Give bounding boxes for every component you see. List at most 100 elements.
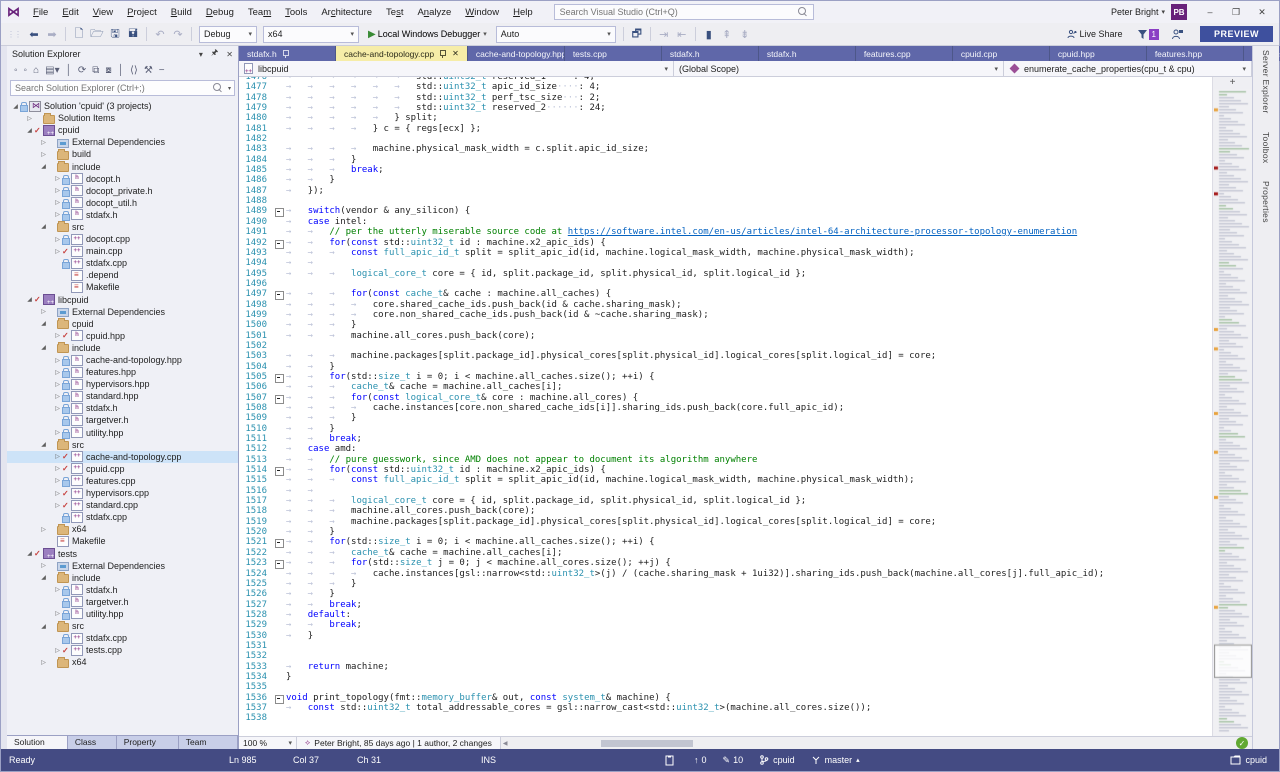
vertical-tab-server-explorer[interactable]: Server Explorer [1261, 50, 1271, 114]
auto-dropdown[interactable]: Auto ▾ [495, 25, 616, 43]
document-tab-cpuid.cpp[interactable]: cpuid.cpp [952, 46, 1049, 61]
step-into-icon[interactable]: ⇤ [673, 25, 691, 43]
preview-button[interactable]: PREVIEW [1199, 26, 1273, 42]
tree-expander-icon[interactable]: ▷ [53, 477, 62, 484]
navigate-back-icon[interactable]: ⬅ [25, 25, 43, 43]
tree-expander-icon[interactable]: ▷ [53, 405, 62, 412]
tree-item-targetver-h[interactable]: h targetver.h [7, 596, 238, 608]
tree-item-external-dependencies[interactable]: ▷ External Dependencies [7, 306, 238, 318]
tree-expander-icon[interactable]: ▷ [53, 175, 62, 182]
scroll-left-icon[interactable]: ◀ [503, 740, 508, 747]
menu-file[interactable]: File [26, 4, 55, 21]
unpushed-edits-button[interactable]: ✎ 10 [723, 755, 744, 766]
document-tab-cache-and-topology.hpp[interactable]: cache-and-topology.hpp [467, 46, 564, 61]
solution-explorer-toolbar-icon-8[interactable]: │ [118, 65, 124, 76]
tree-expander-icon[interactable]: ◢ [25, 550, 34, 557]
step-over-icon[interactable]: ⇥ [655, 25, 673, 43]
minimap-scrollbar[interactable]: + [1212, 77, 1252, 736]
document-tab-stdafx.h[interactable]: stdafx.h [239, 46, 335, 61]
menu-window[interactable]: Window [458, 4, 506, 21]
tree-expander-icon[interactable]: ◢ [39, 344, 48, 351]
tree-item-cpuid[interactable]: ◢ cpuid [7, 318, 238, 330]
tree-expander-icon[interactable]: ▷ [39, 139, 48, 146]
tree-expander-icon[interactable]: ▷ [53, 429, 62, 436]
close-panel-icon[interactable]: ✕ [226, 50, 233, 59]
menu-edit[interactable]: Edit [55, 4, 85, 21]
tree-item-stdafx-cpp[interactable]: ++ stdafx.cpp [7, 632, 238, 645]
tree-expander-icon[interactable]: ◢ [25, 296, 34, 303]
solution-explorer-toolbar-icon-6[interactable]: ⧉ [92, 65, 99, 76]
pin-icon[interactable] [282, 49, 289, 58]
redo-icon[interactable]: ↷ [169, 25, 187, 43]
document-tab-stdafx.h[interactable]: stdafx.h [758, 46, 855, 61]
live-share-button[interactable]: Live Share [1066, 29, 1123, 40]
tree-item-src[interactable]: ◢ src [7, 439, 238, 451]
project-dropdown[interactable]: libcpuid▾ [239, 61, 674, 76]
tree-expander-icon[interactable]: ▷ [53, 453, 62, 460]
horizontal-scrollbar[interactable]: ◀ [501, 737, 1232, 750]
debugger-target-caret-icon[interactable]: ▾ [483, 30, 487, 38]
tree-expander-icon[interactable]: ▷ [39, 562, 48, 569]
tree-expander-icon[interactable]: ▷ [53, 490, 62, 497]
menu-build[interactable]: Build [164, 4, 199, 21]
tree-expander-icon[interactable]: ▷ [53, 199, 62, 206]
tree-item-main-cpp[interactable]: ▷ ✓ ++ main.cpp [7, 245, 238, 257]
solution-explorer-toolbar-icon-0[interactable]: ◦ [14, 65, 18, 76]
close-tab-icon[interactable]: ✕ [452, 49, 459, 58]
tree-expander-icon[interactable]: ◢ [39, 623, 48, 630]
attach-icon[interactable]: 🗗 [628, 25, 646, 43]
tool-window-tab-team-explorer[interactable]: Team Explorer [178, 736, 238, 757]
tree-item-cache-and-topology-hpp[interactable]: ▷ h cache-and-topology.hpp [7, 354, 238, 367]
tree-item-x64[interactable]: ▷ x64 [7, 523, 238, 535]
user-name[interactable]: Peter Bright [1111, 7, 1159, 17]
tree-expander-icon[interactable]: ▷ [53, 610, 62, 617]
incoming-commits-button[interactable]: ↑ 0 [694, 755, 707, 765]
fold-collapse-icon[interactable] [273, 238, 286, 249]
tree-item-stdafx-cpp[interactable]: ++ stdafx.cpp [7, 257, 238, 270]
tree-expander-icon[interactable]: ▷ [53, 211, 62, 218]
save-icon[interactable]: 🖫 [106, 25, 124, 43]
tree-expander-icon[interactable]: ▷ [39, 659, 48, 666]
editor-zoom-dropdown[interactable]: 100 % ▾ [239, 736, 297, 750]
close-button[interactable]: ✕ [1249, 3, 1275, 21]
split-editor-icon[interactable]: + [1230, 77, 1236, 89]
tree-item-hypervisors-hpp[interactable]: ▷ h hypervisors.hpp [7, 378, 238, 391]
tree-item-cpuid-cpp[interactable]: ▷ ✓ ++ cpuid.cpp [7, 463, 238, 475]
tree-expander-icon[interactable]: ◢ [39, 223, 48, 230]
tree-item-stdafx-cpp[interactable]: ++ stdafx.cpp [7, 511, 238, 524]
menu-test[interactable]: Test [379, 4, 410, 21]
minimize-button[interactable]: – [1197, 3, 1223, 21]
document-tab-features.cpp[interactable]: features.cpp [855, 46, 952, 61]
tree-item-cache-and-topology-cpp[interactable]: ▷ ✓ ++ cache-and-topology.cpp [7, 450, 238, 463]
save-all-icon[interactable]: 🖬 [124, 25, 142, 43]
tree-item-external-dependencies[interactable]: ▷ External Dependencies [7, 560, 238, 572]
tree-expander-icon[interactable]: ▷ [53, 502, 62, 509]
status-insert-mode[interactable]: INS [481, 755, 545, 765]
tree-expander-icon[interactable]: ▷ [53, 248, 62, 255]
tree-item-standard-hpp[interactable]: ▷ h standard.hpp [7, 390, 238, 403]
code-editor[interactable]: 1476 → → → → → → std::uint32_t reserved_1… [239, 77, 1212, 736]
pending-changes-button[interactable] [665, 755, 678, 766]
navigate-forward-icon[interactable]: ➡ [43, 25, 61, 43]
avatar[interactable]: PB [1171, 4, 1187, 20]
document-tab-features.hpp[interactable]: features.hpp [1146, 46, 1243, 61]
pin-icon[interactable] [439, 49, 447, 58]
notifications-button[interactable]: 1 [1137, 28, 1159, 40]
tree-item-utility-hpp[interactable]: ▷ h utility.hpp [7, 608, 238, 620]
tree-item-stdafx-h[interactable]: ▷ h stdafx.h [7, 209, 238, 221]
tree-expander-icon[interactable]: ▷ [39, 526, 48, 533]
tree-item-build[interactable]: ▷ build [7, 148, 238, 160]
tree-expander-icon[interactable]: ◢ [39, 574, 48, 581]
tree-item-makefile[interactable]: Makefile [7, 535, 238, 547]
tree-item-hypervisors-cpp[interactable]: ▷ ✓ ++ hypervisors.cpp [7, 487, 238, 499]
tree-item-x64[interactable]: ▷ x64 [7, 656, 238, 668]
tree-item-docopt-cpp[interactable]: ▷ ++ docopt.cpp [7, 233, 238, 246]
tool-window-tab-class-view[interactable]: Class View [67, 736, 117, 757]
branch-picker-button[interactable]: cpuid [759, 755, 795, 765]
tree-expander-icon[interactable]: ◢ [11, 103, 20, 110]
tool-window-tab-property-man-[interactable]: Property Man... [116, 736, 179, 757]
tree-expander-icon[interactable]: ◢ [39, 320, 48, 327]
menu-view[interactable]: View [86, 4, 120, 21]
file-health-indicator-icon[interactable]: ✓ [1236, 737, 1248, 749]
fold-collapse-icon[interactable] [273, 558, 286, 570]
